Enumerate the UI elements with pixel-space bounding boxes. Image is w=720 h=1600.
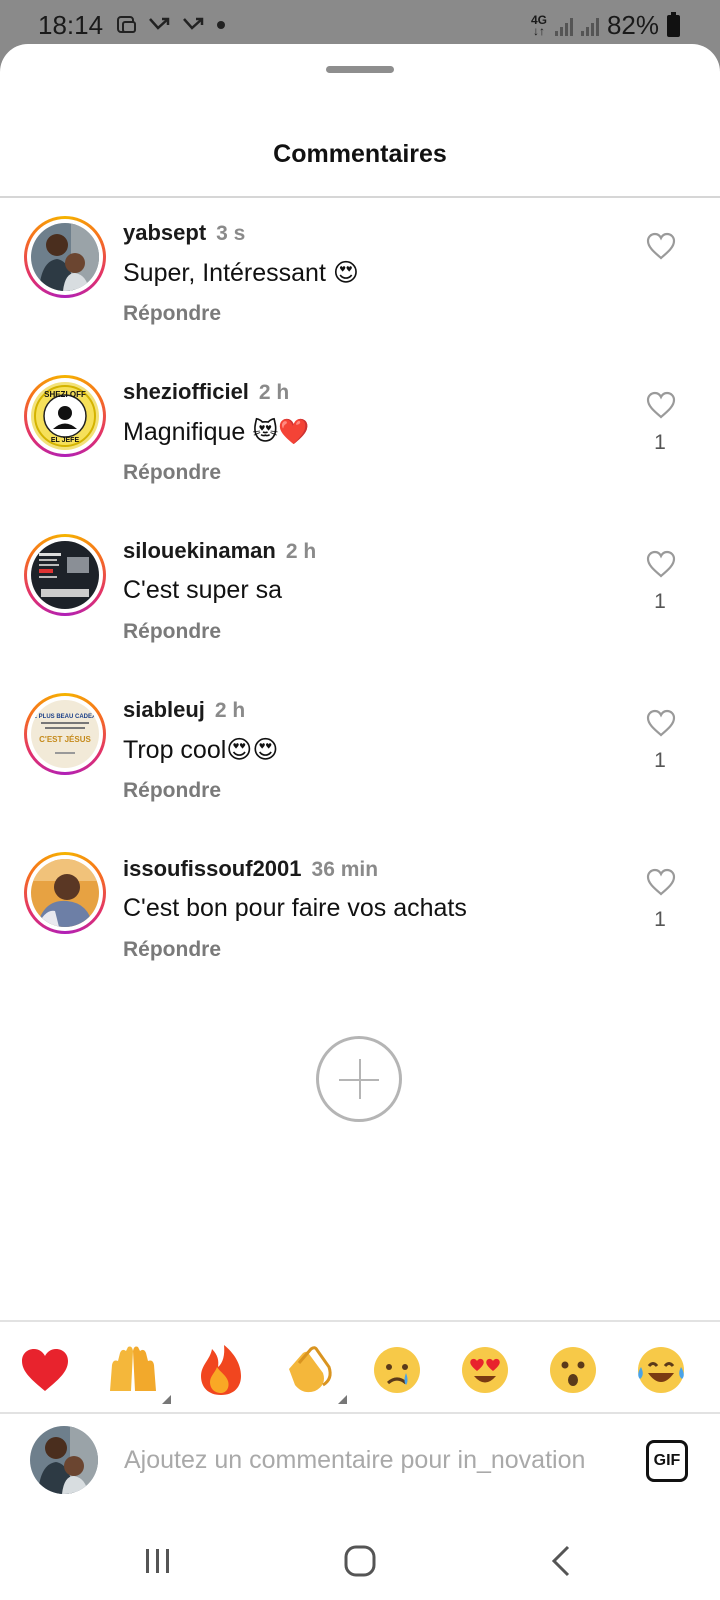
comment-username[interactable]: sheziofficiel 2 h — [123, 379, 289, 405]
message-notification-icon — [117, 16, 136, 33]
like-count: 1 — [654, 590, 666, 613]
avatar[interactable] — [24, 852, 106, 934]
tears-of-joy-face-icon — [638, 1347, 684, 1393]
svg-text:C'EST JÉSUS: C'EST JÉSUS — [39, 735, 91, 744]
user-photo-icon — [31, 223, 99, 291]
status-time: 18:14 — [38, 10, 104, 40]
navigation-bar — [0, 1524, 720, 1600]
crying-face-icon — [374, 1347, 420, 1393]
missed-call-icon — [149, 17, 170, 30]
back-icon[interactable] — [532, 1536, 592, 1586]
battery-icon — [667, 11, 680, 37]
comment-item: SHEZI OFF EL JEFE sheziofficiel 2 h Magni… — [0, 375, 720, 515]
flyer-avatar-icon — [31, 541, 99, 609]
raising-hands-icon — [110, 1346, 156, 1391]
comment-text: Super, Intéressant 😍 — [123, 259, 359, 287]
home-icon[interactable] — [330, 1536, 390, 1586]
divider — [0, 196, 720, 198]
variant-indicator-icon — [338, 1395, 347, 1404]
raising-hands-emoji-button[interactable] — [105, 1342, 171, 1404]
status-bar: 18:14 4G ↓↑ 82% — [0, 0, 720, 50]
signal-icon-2 — [580, 16, 599, 36]
heart-icon[interactable] — [646, 709, 676, 737]
svg-text:LE PLUS BEAU CADEAU: LE PLUS BEAU CADEAU — [31, 714, 99, 720]
gif-button[interactable]: GIF — [646, 1440, 688, 1482]
reply-button[interactable]: Répondre — [123, 461, 221, 485]
like-count: 1 — [654, 908, 666, 931]
like-count: 1 — [654, 749, 666, 772]
comment-text: Magnifique 😻❤️ — [123, 418, 310, 446]
like-count: 1 — [654, 431, 666, 454]
comment-username[interactable]: siableuj 2 h — [123, 697, 245, 723]
heart-eyes-face-icon — [462, 1347, 508, 1393]
reply-button[interactable]: Répondre — [123, 779, 221, 803]
variant-indicator-icon — [162, 1395, 171, 1404]
tears-of-joy-emoji-button[interactable] — [633, 1342, 689, 1398]
comment-username[interactable]: yabsept 3 s — [123, 220, 245, 246]
battery-percent: 82% — [606, 10, 659, 40]
avatar[interactable] — [24, 534, 106, 616]
sheet-drag-handle[interactable] — [326, 66, 394, 73]
surprised-face-emoji-button[interactable] — [545, 1342, 601, 1398]
comment-text: Trop cool😍😍 — [123, 736, 279, 764]
avatar[interactable] — [24, 216, 106, 298]
shezi-logo-icon: SHEZI OFF EL JEFE — [31, 382, 99, 450]
reply-button[interactable]: Répondre — [123, 620, 221, 644]
text-poster-avatar-icon: LE PLUS BEAU CADEAU C'EST JÉSUS — [31, 700, 99, 768]
emoji-reaction-bar — [0, 1322, 720, 1412]
crying-face-emoji-button[interactable] — [369, 1342, 425, 1398]
comment-item: LE PLUS BEAU CADEAU C'EST JÉSUS siableuj… — [0, 693, 720, 833]
signal-icon — [554, 16, 573, 36]
user-photo-icon — [31, 859, 99, 927]
recent-apps-icon[interactable] — [128, 1536, 188, 1586]
comment-time: 3 s — [216, 222, 246, 245]
comment-time: 2 h — [285, 540, 317, 563]
comment-text: C'est super sa — [123, 576, 283, 604]
sheet-title: Commentaires — [273, 140, 447, 168]
fire-icon — [201, 1345, 241, 1395]
svg-text:SHEZI OFF: SHEZI OFF — [44, 390, 86, 399]
comment-item: yabsept 3 s Super, Intéressant 😍 Répondre — [0, 216, 720, 356]
comment-time: 2 h — [258, 381, 290, 404]
clapping-hands-emoji-button[interactable] — [281, 1342, 347, 1404]
reply-button[interactable]: Répondre — [123, 302, 221, 326]
reply-button[interactable]: Répondre — [123, 938, 221, 962]
network-type: 4G ↓↑ — [530, 12, 547, 38]
comment-composer: GIF — [0, 1414, 720, 1524]
heart-eyes-emoji-button[interactable] — [457, 1342, 513, 1398]
missed-call-icon-2 — [183, 17, 204, 30]
heart-icon[interactable] — [646, 868, 676, 896]
heart-icon[interactable] — [646, 232, 676, 260]
clapping-hands-icon — [289, 1346, 332, 1393]
comment-item: silouekinaman 2 h C'est super sa Répondre… — [0, 534, 720, 674]
comment-item: issoufissouf2001 36 min C'est bon pour fa… — [0, 852, 720, 992]
notification-icons — [116, 14, 226, 36]
surprised-face-icon — [550, 1347, 596, 1393]
more-notifications-dot-icon — [217, 21, 225, 29]
current-user-avatar — [30, 1426, 98, 1494]
user-photo-icon — [30, 1426, 98, 1494]
comment-time: 36 min — [311, 858, 379, 881]
system-indicators: 4G ↓↑ 82% — [531, 10, 680, 41]
comment-text: C'est bon pour faire vos achats — [123, 894, 467, 922]
comment-username[interactable]: issoufissouf2001 36 min — [123, 856, 378, 882]
heart-icon[interactable] — [646, 550, 676, 578]
fire-emoji-button[interactable] — [193, 1342, 249, 1398]
comment-time: 2 h — [214, 699, 246, 722]
svg-text:EL JEFE: EL JEFE — [51, 437, 80, 444]
avatar[interactable]: LE PLUS BEAU CADEAU C'EST JÉSUS — [24, 693, 106, 775]
comment-input[interactable] — [124, 1436, 624, 1484]
load-more-comments-button[interactable] — [316, 1036, 402, 1122]
heart-icon[interactable] — [646, 391, 676, 419]
avatar[interactable]: SHEZI OFF EL JEFE — [24, 375, 106, 457]
heart-emoji-button[interactable] — [17, 1342, 73, 1398]
red-heart-icon — [22, 1349, 68, 1391]
comment-username[interactable]: silouekinaman 2 h — [123, 538, 316, 564]
